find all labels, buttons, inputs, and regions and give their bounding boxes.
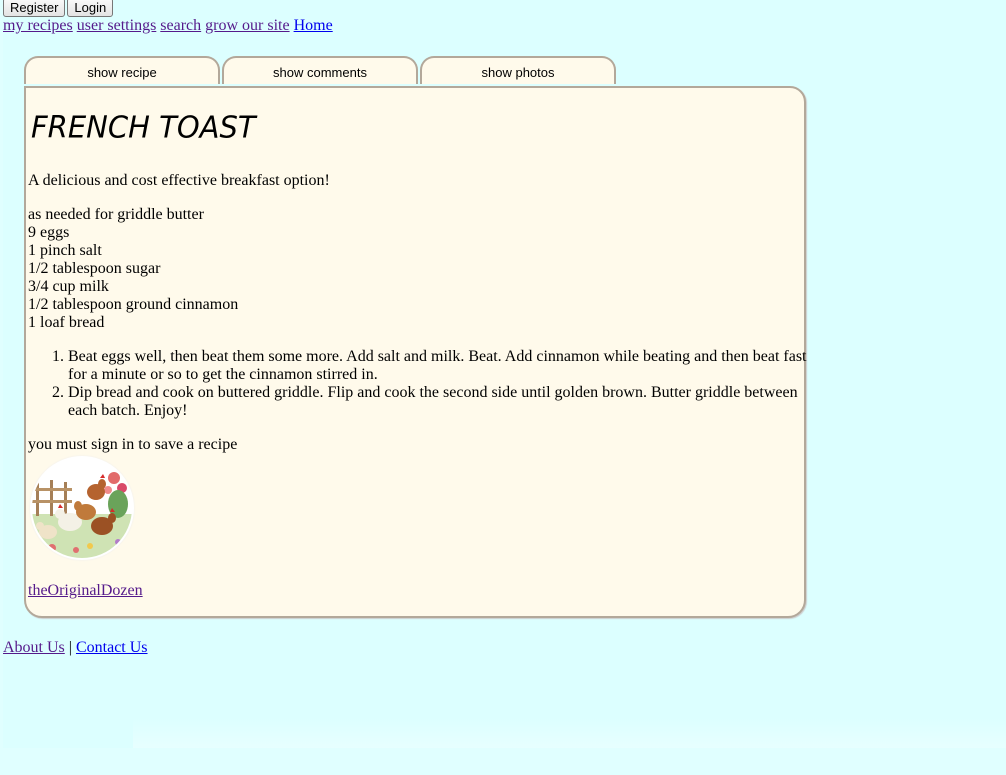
ingredient-item: 3/4 cup milk (28, 278, 109, 295)
signin-note: you must sign in to save a recipe (28, 436, 238, 453)
recipe-title: FRENCH TOAST (31, 109, 256, 145)
recipe-description: A delicious and cost effective breakfast… (28, 172, 330, 189)
page: Register Login my recipes user settings … (3, 0, 1006, 748)
about-us-link[interactable]: About Us (3, 639, 65, 656)
footer-separator: | (68, 639, 72, 656)
user-settings-link[interactable]: user settings (77, 17, 157, 34)
author-avatar[interactable] (30, 456, 134, 560)
contact-us-link[interactable]: Contact Us (76, 639, 148, 656)
recipe-card: FRENCH TOAST A delicious and cost effect… (24, 86, 806, 618)
recipe-tabs: show recipe show comments show photos (24, 56, 618, 84)
my-recipes-link[interactable]: my recipes (3, 17, 73, 34)
tab-label: show recipe (87, 65, 157, 80)
grow-site-link[interactable]: grow our site (205, 17, 289, 34)
search-link[interactable]: search (160, 17, 201, 34)
ingredient-item: 1 pinch salt (28, 242, 102, 259)
ingredient-item: as needed for griddle butter (28, 206, 204, 223)
tab-label: show photos (481, 65, 555, 80)
ingredient-list: as needed for griddle butter 9 eggs 1 pi… (28, 206, 238, 332)
auth-buttons: Register Login (3, 0, 114, 17)
footer: About Us | Contact Us (3, 639, 148, 657)
tab-label: show comments (273, 65, 367, 80)
tab-show-recipe[interactable]: show recipe (24, 56, 220, 84)
tab-show-photos[interactable]: show photos (420, 56, 616, 84)
ingredient-item: 1 loaf bread (28, 314, 105, 331)
instruction-list: Beat eggs well, then beat them some more… (28, 348, 808, 420)
author-link[interactable]: theOriginalDozen (28, 582, 143, 600)
ingredient-item: 1/2 tablespoon ground cinnamon (28, 296, 239, 313)
chickens-illustration (32, 458, 132, 558)
home-link[interactable]: Home (294, 17, 333, 34)
top-nav: my recipes user settings search grow our… (3, 17, 333, 35)
register-button[interactable]: Register (3, 0, 66, 17)
instruction-step: Beat eggs well, then beat them some more… (68, 348, 808, 384)
tab-show-comments[interactable]: show comments (222, 56, 418, 84)
instruction-step: Dip bread and cook on buttered griddle. … (68, 384, 808, 420)
ingredient-item: 9 eggs (28, 224, 70, 241)
ingredient-item: 1/2 tablespoon sugar (28, 260, 161, 277)
login-button[interactable]: Login (67, 0, 114, 17)
